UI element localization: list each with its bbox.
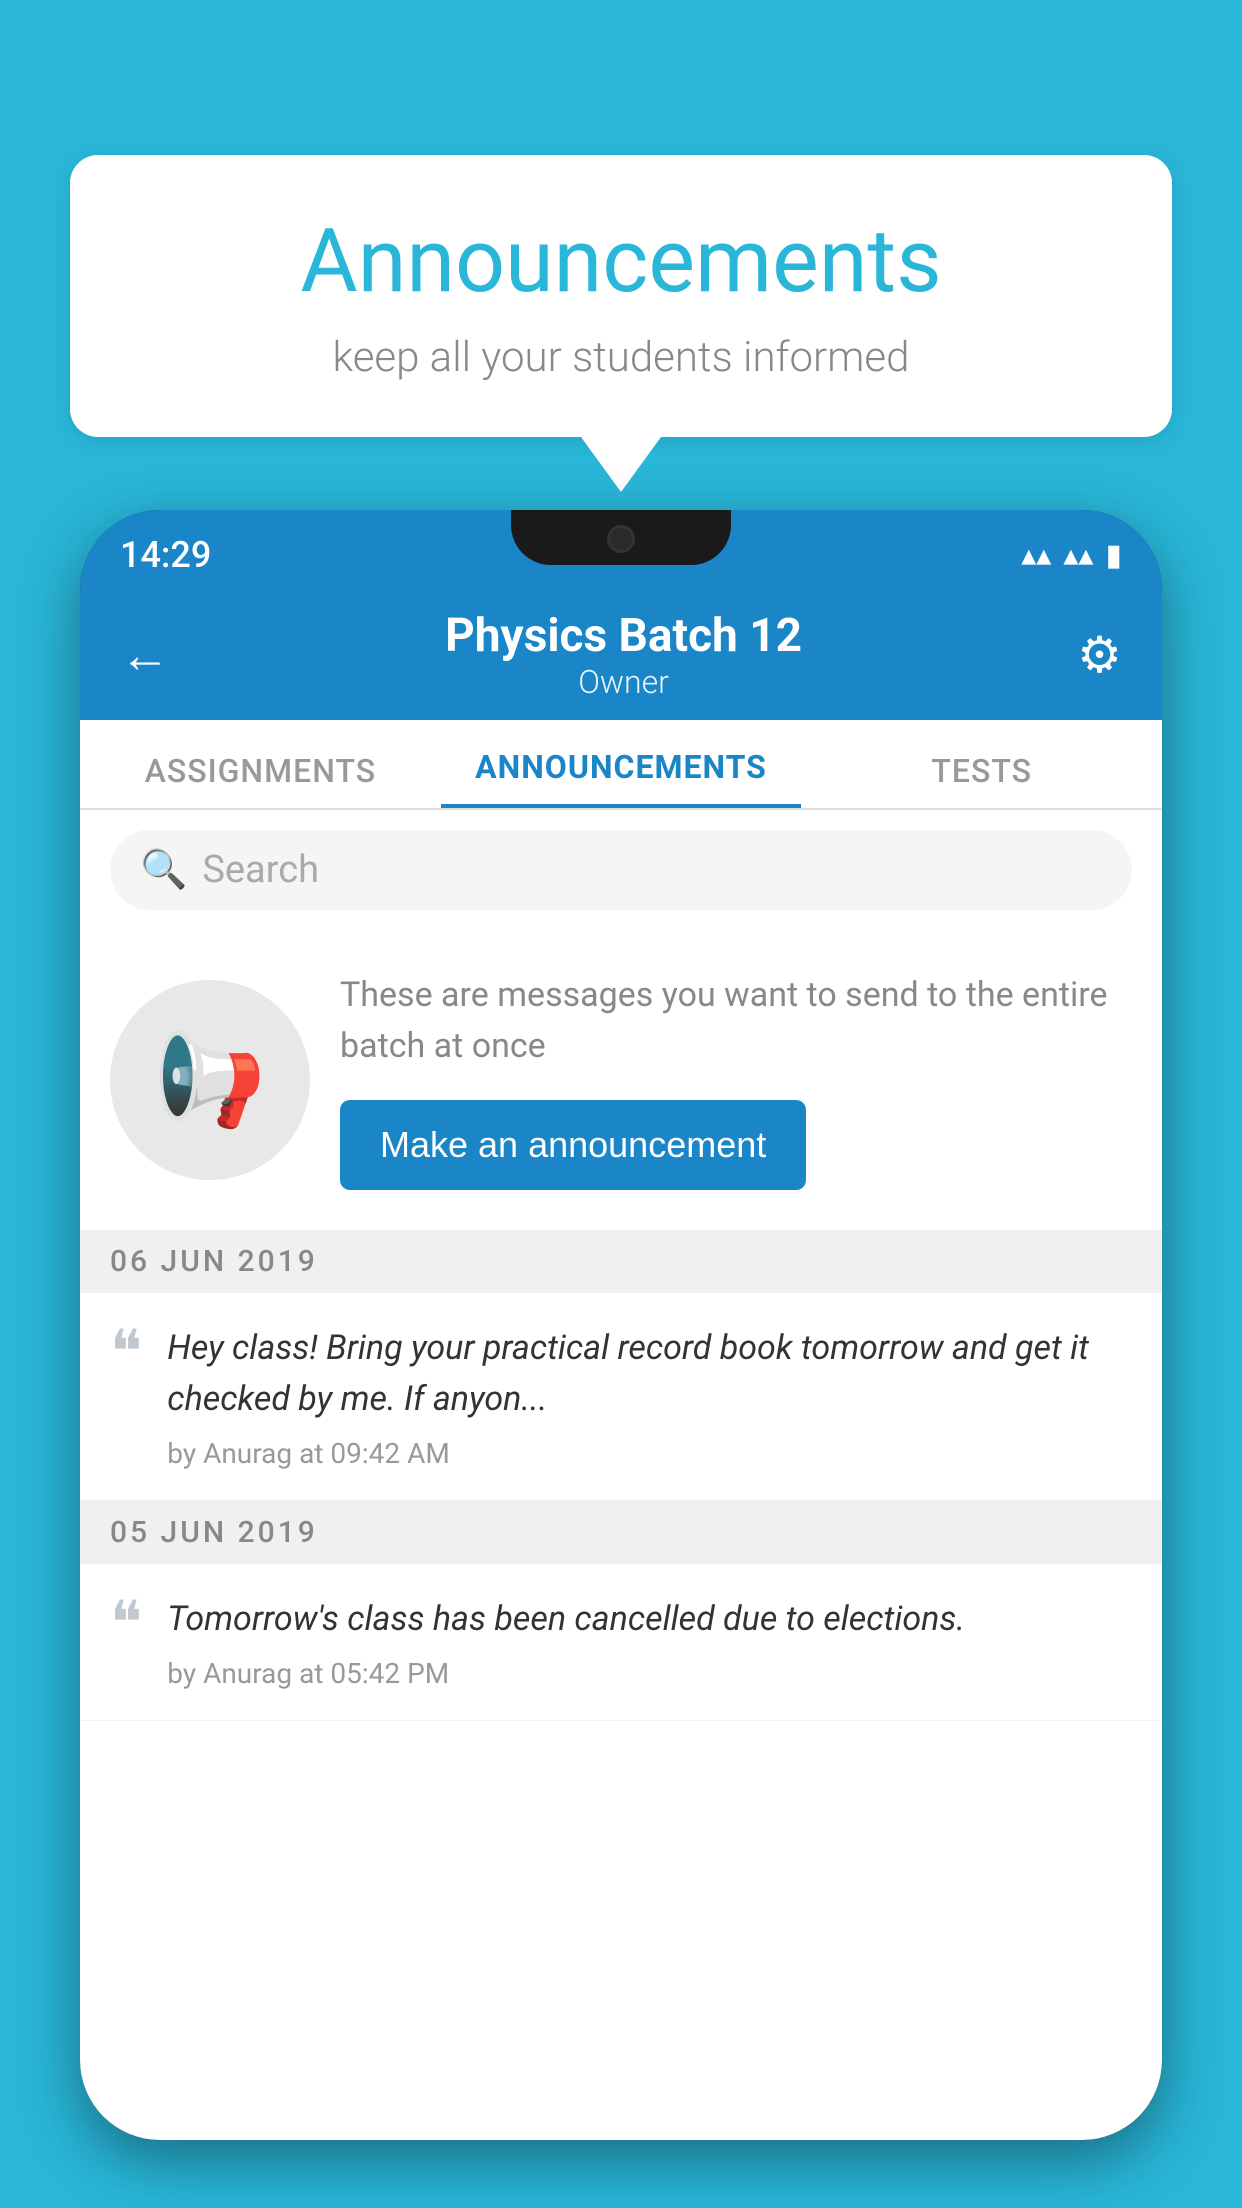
app-header: ← Physics Batch 12 Owner ⚙	[80, 590, 1162, 720]
megaphone-icon: 📢	[154, 1028, 266, 1133]
tab-announcements[interactable]: ANNOUNCEMENTS	[441, 748, 802, 808]
quote-icon-2: ❝	[110, 1599, 142, 1647]
phone-screen: 14:29 ▴▴ ▴▴ ▮ ← Physics Batch 12 Owner ⚙…	[80, 510, 1162, 2140]
tab-assignments[interactable]: ASSIGNMENTS	[80, 752, 441, 808]
speech-bubble: Announcements keep all your students inf…	[70, 155, 1172, 437]
wifi-icon: ▴▴	[1021, 538, 1051, 573]
content-area: 🔍 Search 📢 These are messages you want t…	[80, 810, 1162, 2140]
search-placeholder: Search	[202, 848, 319, 892]
back-button[interactable]: ←	[120, 626, 170, 685]
announcement-item-1[interactable]: ❝ Hey class! Bring your practical record…	[80, 1293, 1162, 1501]
signal-icon: ▴▴	[1063, 538, 1093, 573]
phone-frame: 14:29 ▴▴ ▴▴ ▮ ← Physics Batch 12 Owner ⚙…	[80, 510, 1162, 2140]
status-time: 14:29	[120, 534, 211, 576]
date-divider-1: 06 JUN 2019	[80, 1230, 1162, 1293]
promo-right: These are messages you want to send to t…	[340, 970, 1132, 1190]
speech-bubble-subtitle: keep all your students informed	[130, 333, 1112, 382]
announcement-text-1: Hey class! Bring your practical record b…	[167, 1323, 1132, 1425]
search-bar[interactable]: 🔍 Search	[110, 830, 1132, 910]
promo-icon-circle: 📢	[110, 980, 310, 1180]
announcement-meta-2: by Anurag at 05:42 PM	[167, 1657, 1132, 1690]
battery-icon: ▮	[1105, 538, 1122, 573]
phone-camera	[607, 525, 635, 553]
header-title: Physics Batch 12	[445, 609, 802, 663]
promo-description: These are messages you want to send to t…	[340, 970, 1132, 1072]
phone-notch	[511, 510, 731, 565]
announcement-text-2: Tomorrow's class has been cancelled due …	[167, 1594, 1132, 1645]
status-icons: ▴▴ ▴▴ ▮	[1021, 538, 1122, 573]
speech-bubble-container: Announcements keep all your students inf…	[70, 155, 1172, 492]
quote-icon-1: ❝	[110, 1328, 142, 1376]
make-announcement-button[interactable]: Make an announcement	[340, 1100, 806, 1190]
announcement-content-1: Hey class! Bring your practical record b…	[167, 1323, 1132, 1470]
announcement-item-2[interactable]: ❝ Tomorrow's class has been cancelled du…	[80, 1564, 1162, 1721]
date-divider-2: 05 JUN 2019	[80, 1501, 1162, 1564]
phone-container: 14:29 ▴▴ ▴▴ ▮ ← Physics Batch 12 Owner ⚙…	[80, 510, 1162, 2208]
announcement-content-2: Tomorrow's class has been cancelled due …	[167, 1594, 1132, 1690]
tab-tests[interactable]: TESTS	[801, 752, 1162, 808]
header-title-section: Physics Batch 12 Owner	[445, 609, 802, 701]
speech-bubble-arrow	[581, 437, 661, 492]
search-container: 🔍 Search	[80, 810, 1162, 930]
speech-bubble-title: Announcements	[130, 210, 1112, 313]
header-subtitle: Owner	[445, 663, 802, 701]
announcement-meta-1: by Anurag at 09:42 AM	[167, 1437, 1132, 1470]
tabs-container: ASSIGNMENTS ANNOUNCEMENTS TESTS	[80, 720, 1162, 810]
gear-icon[interactable]: ⚙	[1077, 626, 1122, 685]
search-icon: 🔍	[140, 848, 187, 892]
promo-area: 📢 These are messages you want to send to…	[80, 930, 1162, 1230]
